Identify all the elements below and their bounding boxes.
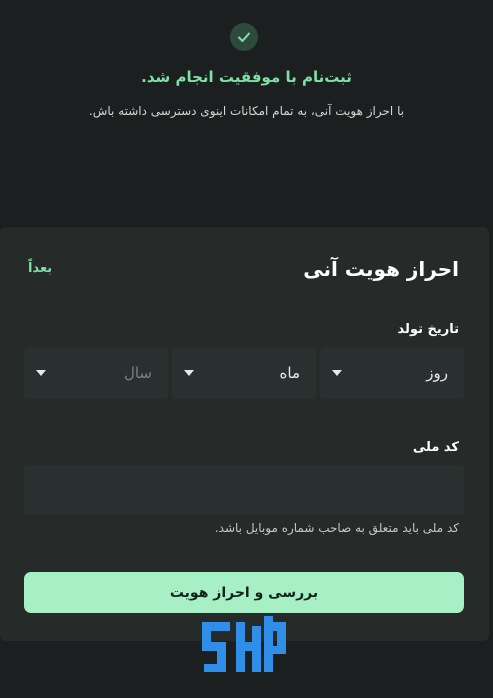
page: ثبت‌نام با موفقیت انجام شد. با احراز هوی…	[0, 0, 493, 698]
year-select[interactable]: سال	[24, 347, 168, 399]
dob-label: تاریخ تولد	[397, 322, 459, 337]
year-select-placeholder: سال	[123, 364, 152, 382]
watermark-logo-icon	[200, 612, 290, 682]
national-code-label: کد ملی	[412, 440, 459, 455]
success-subtitle: با احراز هویت آنی، به تمام امکانات اینوی…	[88, 104, 405, 118]
verify-identity-button[interactable]: بررسی و احراز هویت	[24, 572, 464, 613]
check-icon	[230, 23, 258, 51]
dob-row: روز ماه سال	[24, 347, 464, 399]
sheet-title: احراز هویت آنی	[303, 257, 459, 281]
day-select[interactable]: روز	[320, 347, 464, 399]
month-select-value: ماه	[279, 364, 300, 382]
national-code-input[interactable]	[24, 465, 464, 515]
day-select-value: روز	[426, 364, 448, 382]
chevron-down-icon	[36, 370, 46, 376]
national-code-hint: کد ملی باید متعلق به صاحب شماره موبایل ب…	[214, 521, 459, 535]
success-title: ثبت‌نام با موفقیت انجام شد.	[141, 68, 352, 86]
month-select[interactable]: ماه	[172, 347, 316, 399]
success-section: ثبت‌نام با موفقیت انجام شد. با احراز هوی…	[0, 0, 493, 200]
later-button[interactable]: بعداً	[28, 261, 52, 276]
chevron-down-icon	[332, 370, 342, 376]
chevron-down-icon	[184, 370, 194, 376]
identity-sheet: احراز هویت آنی بعداً تاریخ تولد روز ماه …	[0, 227, 489, 641]
